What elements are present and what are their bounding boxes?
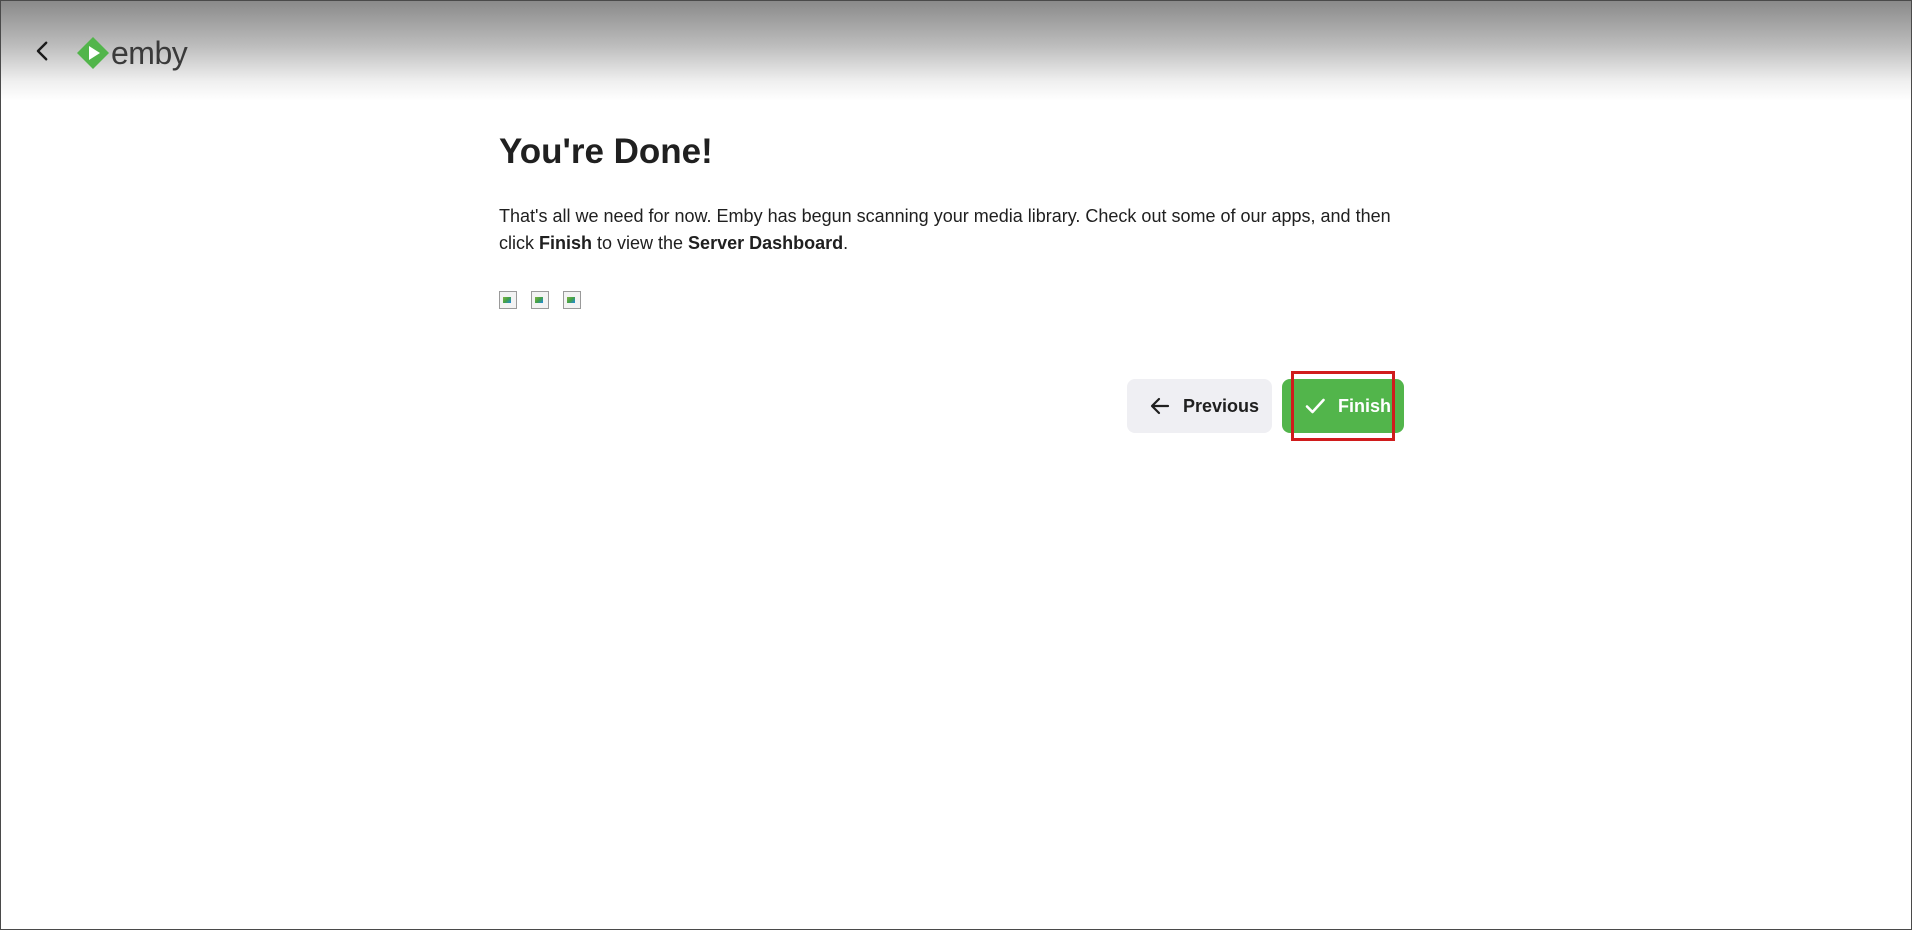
arrow-left-icon <box>1147 393 1173 419</box>
broken-image-icon[interactable] <box>499 291 517 309</box>
app-links <box>499 291 1409 309</box>
app-window: emby You're Done! That's all we need for… <box>0 0 1912 930</box>
previous-label: Previous <box>1183 395 1260 416</box>
emby-play-diamond-icon <box>77 37 109 69</box>
finish-button[interactable]: Finish <box>1282 379 1404 433</box>
logo-text: emby <box>111 35 188 71</box>
broken-image-icon[interactable] <box>531 291 549 309</box>
description-bold-dashboard: Server Dashboard <box>688 233 844 253</box>
broken-image-icon[interactable] <box>563 291 581 309</box>
emby-logo[interactable]: emby <box>75 33 188 73</box>
header-bar: emby <box>1 1 1911 101</box>
previous-button[interactable]: Previous <box>1127 379 1272 433</box>
finish-label: Finish <box>1338 395 1391 416</box>
back-button[interactable] <box>23 31 63 71</box>
description-part3: . <box>843 233 849 253</box>
check-icon <box>1302 393 1328 419</box>
description-bold-finish: Finish <box>539 233 592 253</box>
description-part2: to view the <box>592 233 689 253</box>
chevron-left-icon <box>36 41 48 61</box>
description-text: That's all we need for now. Emby has beg… <box>499 203 1399 257</box>
page-title: You're Done! <box>499 132 713 171</box>
wizard-content: You're Done! That's all we need for now.… <box>499 129 1409 309</box>
wizard-buttons: Previous Finish <box>1127 379 1404 433</box>
